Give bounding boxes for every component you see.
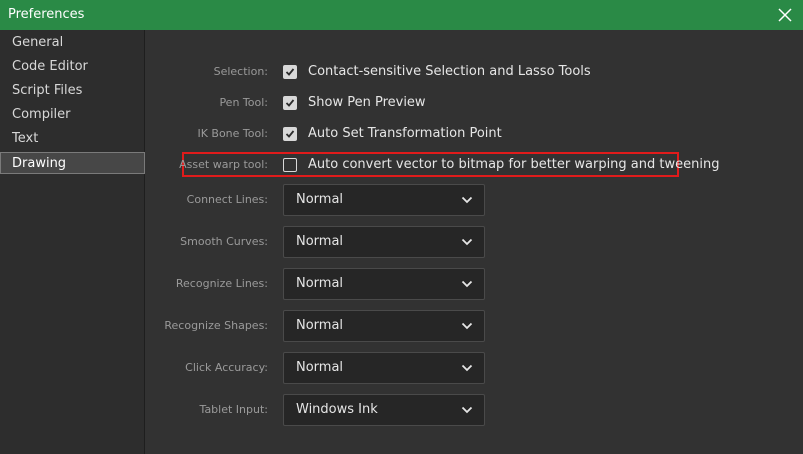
recognize-shapes-dropdown[interactable]: Normal xyxy=(283,310,485,342)
pen-tool-checkbox[interactable] xyxy=(283,96,297,110)
chevron-down-icon xyxy=(461,406,473,414)
asset-warp-tool-checkbox[interactable] xyxy=(283,158,297,172)
smooth-curves-label: Smooth Curves: xyxy=(180,235,268,248)
drawing-preferences-panel: Selection: Contact-sensitive Selection a… xyxy=(146,30,803,454)
ik-bone-tool-label: IK Bone Tool: xyxy=(197,127,268,140)
click-accuracy-dropdown[interactable]: Normal xyxy=(283,352,485,384)
window-title: Preferences xyxy=(8,7,85,22)
click-accuracy-value: Normal xyxy=(296,360,344,375)
asset-warp-tool-option-text: Auto convert vector to bitmap for better… xyxy=(308,157,720,172)
smooth-curves-value: Normal xyxy=(296,234,344,249)
sidebar-item-drawing[interactable]: Drawing xyxy=(0,152,145,174)
selection-label: Selection: xyxy=(213,65,268,78)
connect-lines-value: Normal xyxy=(296,192,344,207)
sidebar-item-script-files[interactable]: Script Files xyxy=(0,80,145,102)
recognize-lines-value: Normal xyxy=(296,276,344,291)
category-sidebar: General Code Editor Script Files Compile… xyxy=(0,30,145,454)
sidebar-item-text[interactable]: Text xyxy=(0,128,145,150)
chevron-down-icon xyxy=(461,238,473,246)
selection-option-text: Contact-sensitive Selection and Lasso To… xyxy=(308,64,591,79)
chevron-down-icon xyxy=(461,280,473,288)
tablet-input-value: Windows Ink xyxy=(296,402,378,417)
tablet-input-dropdown[interactable]: Windows Ink xyxy=(283,394,485,426)
connect-lines-label: Connect Lines: xyxy=(186,193,268,206)
recognize-shapes-value: Normal xyxy=(296,318,344,333)
click-accuracy-label: Click Accuracy: xyxy=(185,361,268,374)
recognize-lines-dropdown[interactable]: Normal xyxy=(283,268,485,300)
sidebar-item-code-editor[interactable]: Code Editor xyxy=(0,56,145,78)
chevron-down-icon xyxy=(461,322,473,330)
sidebar-item-compiler[interactable]: Compiler xyxy=(0,104,145,126)
recognize-shapes-label: Recognize Shapes: xyxy=(164,319,268,332)
asset-warp-tool-label: Asset warp tool: xyxy=(179,158,268,171)
smooth-curves-dropdown[interactable]: Normal xyxy=(283,226,485,258)
connect-lines-dropdown[interactable]: Normal xyxy=(283,184,485,216)
pen-tool-label: Pen Tool: xyxy=(219,96,268,109)
sidebar-item-general[interactable]: General xyxy=(0,32,145,54)
close-icon[interactable] xyxy=(775,5,795,25)
ik-bone-tool-option-text: Auto Set Transformation Point xyxy=(308,126,502,141)
pen-tool-option-text: Show Pen Preview xyxy=(308,95,426,110)
recognize-lines-label: Recognize Lines: xyxy=(175,277,268,290)
ik-bone-tool-checkbox[interactable] xyxy=(283,127,297,141)
tablet-input-label: Tablet Input: xyxy=(199,403,268,416)
selection-checkbox[interactable] xyxy=(283,65,297,79)
chevron-down-icon xyxy=(461,196,473,204)
chevron-down-icon xyxy=(461,364,473,372)
title-bar: Preferences xyxy=(0,0,803,30)
